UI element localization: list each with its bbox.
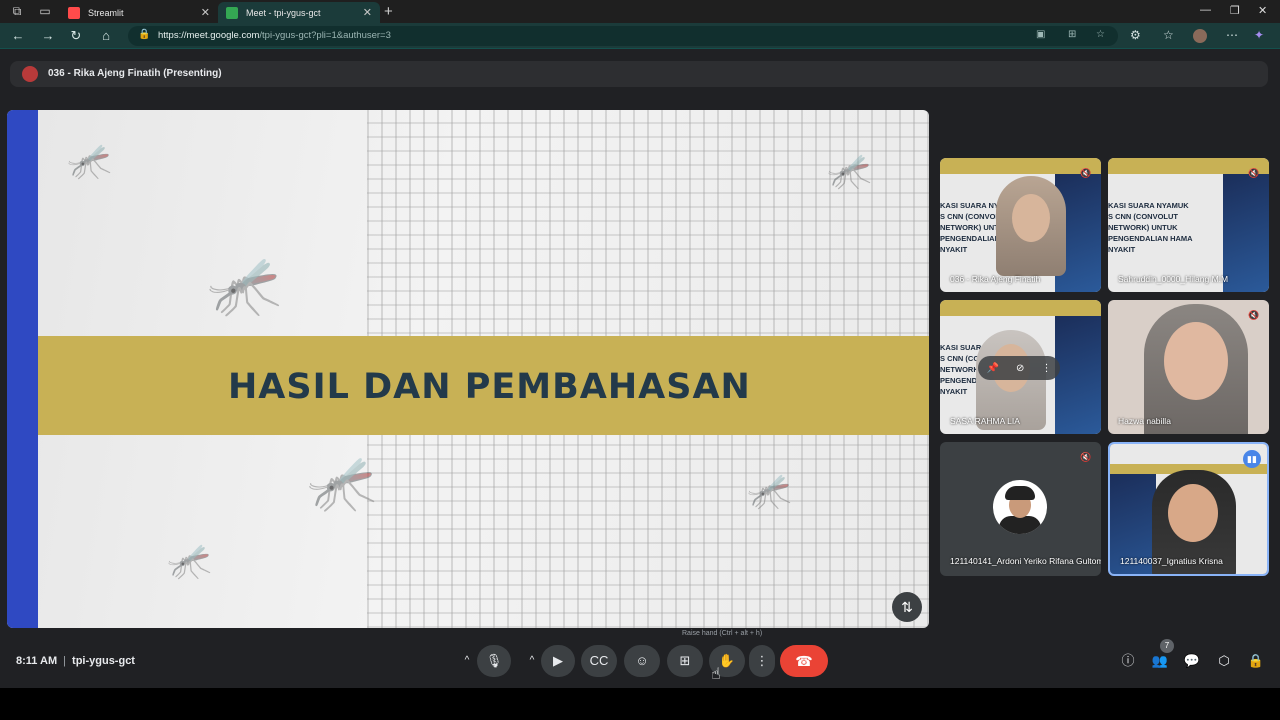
participant-tile[interactable]: 🔇 121140141_Ardoni Yeriko Rifana Gultom [940,442,1101,576]
participant-tile[interactable]: KASI SUARA NYAMUKS CNN (CONVOLUT NETWORK… [940,158,1101,292]
copilot-icon[interactable]: ✦ [1254,28,1264,42]
presenter-bar: 036 - Rika Ajeng Finatih (Presenting) [10,61,1268,87]
slide-accent-bar [7,110,38,628]
minimize-icon[interactable]: — [1200,4,1211,16]
participant-name: Hazwa nabilla [1118,416,1171,426]
meeting-info: 8:11 AM | tpi-ygus-gct [16,655,135,667]
tile-hover-controls: 📌 ⊘ ⋮ [978,356,1060,380]
tab-streamlit[interactable]: Streamlit ✕ [60,2,218,23]
participant-face [1164,322,1228,400]
profile-avatar[interactable] [1193,29,1207,43]
participant-tile[interactable]: 🔇 Hazwa nabilla [1108,300,1269,434]
chat-icon[interactable]: 💬 [1182,651,1202,671]
clock-time: 8:11 AM [16,655,58,667]
lock-icon[interactable]: 🔒 [138,29,150,40]
mute-participant-icon[interactable]: ⊘ [1016,363,1024,374]
presenter-avatar [22,66,38,82]
participant-name: 036 - Rika Ajeng Finatih [950,274,1041,284]
mosquito-image: 🦟 [207,252,282,319]
audio-settings-chevron-icon[interactable]: ^ [455,645,479,677]
swap-layout-button[interactable]: ⇅ [892,592,922,622]
extensions-icon[interactable]: ⚙ [1130,28,1141,42]
more-options-icon[interactable]: ⋮ [1041,363,1051,374]
camera-in-use-icon[interactable]: ▣ [1036,29,1045,40]
tab-actions-icon[interactable]: ▭ [38,4,52,18]
participant-name: SASA RAHMA LIA [950,416,1020,426]
participant-avatar [993,480,1047,534]
captions-button[interactable]: CC [581,645,617,677]
participant-name: 121140037_Ignatius Krisna [1120,556,1223,566]
participant-face [1012,194,1050,242]
raise-hand-tooltip: Raise hand (Ctrl + alt + h) [682,630,763,637]
camera-button[interactable]: ▶ [541,645,575,677]
end-call-button[interactable]: ☎ [780,645,828,677]
new-tab-icon[interactable]: + [384,3,393,20]
participant-name: Sahruddin_0000_Hilang M.M [1118,274,1229,284]
participant-tile-active[interactable]: ▮▮ 121140037_Ignatius Krisna [1108,442,1269,576]
presenter-label: 036 - Rika Ajeng Finatih (Presenting) [48,68,222,79]
participant-face [1168,484,1218,542]
url-field[interactable]: 🔒 https://meet.google.com/tpi-ygus-gct?p… [128,26,1118,46]
forward-icon[interactable]: → [40,28,56,44]
workspaces-icon[interactable]: ⧉ [10,4,24,18]
participant-name: 121140141_Ardoni Yeriko Rifana Gultom [950,556,1101,566]
close-tab-icon[interactable]: ✕ [201,6,210,19]
mouse-cursor-icon: ☝ [711,666,721,683]
host-controls-icon[interactable]: 🔒 [1246,651,1266,671]
more-menu-icon[interactable]: ⋯ [1226,28,1238,42]
participant-tile[interactable]: KASI SUARA NYAMUKS CNN (CONVOLUT NETWORK… [940,300,1101,434]
mic-muted-icon: 🔇 [1248,168,1260,178]
mic-muted-icon: 🔇 [1080,452,1092,462]
reload-icon[interactable]: ↻ [68,28,84,44]
speaking-indicator-icon: ▮▮ [1243,450,1261,468]
tab-title: Meet - tpi-ygus-gct [246,7,321,18]
url-text: https://meet.google.com/tpi-ygus-gct?pli… [158,30,391,41]
mosquito-image: 🦟 [167,540,212,581]
app-available-icon[interactable]: ⊞ [1068,29,1076,40]
more-options-button[interactable]: ⋮ [749,645,775,677]
present-screen-button[interactable]: ⊞ [667,645,703,677]
address-bar: ← → ↻ ⌂ 🔒 https://meet.google.com/tpi-yg… [0,23,1280,49]
microphone-button[interactable]: 🎙 [477,645,511,677]
tab-title: Streamlit [88,7,124,18]
close-tab-icon[interactable]: ✕ [363,6,372,19]
tile-slide-background: KASI SUARA NYAMUKS CNN (CONVOLUT NETWORK… [1108,158,1269,292]
favorite-star-icon[interactable]: ☆ [1096,29,1105,40]
activities-icon[interactable]: ⬡ [1214,651,1234,671]
back-icon[interactable]: ← [10,28,26,44]
browser-tab-strip: ⧉ ▭ Streamlit ✕ Meet - tpi-ygus-gct ✕ + … [0,0,1280,23]
shared-slide: 🦟 🦟 🦟 🦟 🦟 🦟 HASIL DAN PEMBAHASAN ⇅ [7,110,929,628]
meeting-controls: 8:11 AM | tpi-ygus-gct ^ 🎙 ^ ▶ CC ☺ ⊞ ✋ ⋮ … [0,639,1280,688]
mosquito-image: 🦟 [747,470,792,511]
mic-muted-icon: 🔇 [1080,168,1092,178]
favorites-icon[interactable]: ☆ [1163,28,1174,42]
people-icon[interactable]: 👥 [1150,651,1170,671]
slide-title: HASIL DAN PEMBAHASAN [228,367,751,407]
meeting-code: tpi-ygus-gct [72,655,135,667]
maximize-icon[interactable]: ❐ [1230,4,1240,17]
meet-favicon-icon [226,6,238,19]
mosquito-image: 🦟 [307,451,377,514]
streamlit-favicon-icon [68,6,80,19]
close-window-icon[interactable]: ✕ [1258,4,1267,17]
mic-muted-icon: 🔇 [1248,310,1260,320]
participant-tile[interactable]: KASI SUARA NYAMUKS CNN (CONVOLUT NETWORK… [1108,158,1269,292]
pin-icon[interactable]: 📌 [987,363,999,374]
tab-meet[interactable]: Meet - tpi-ygus-gct ✕ [218,2,380,23]
mosquito-image: 🦟 [827,150,872,191]
people-count-badge: 7 [1160,639,1174,653]
emoji-reaction-button[interactable]: ☺ [624,645,660,677]
mosquito-image: 🦟 [67,140,112,181]
meet-stage: 036 - Rika Ajeng Finatih (Presenting) 🦟 … [0,49,1280,688]
meeting-details-icon[interactable]: ⓘ [1118,651,1138,671]
letterbox-bar [0,688,1280,720]
home-icon[interactable]: ⌂ [98,28,114,44]
